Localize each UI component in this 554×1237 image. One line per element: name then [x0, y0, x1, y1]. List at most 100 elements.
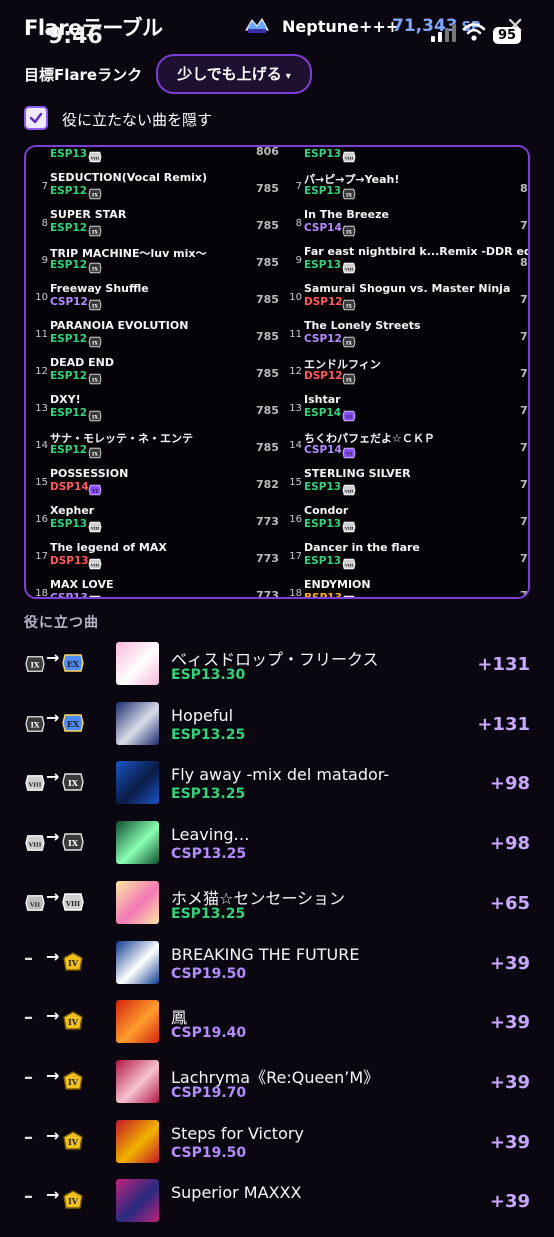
table-row[interactable]: 14 サナ・モレッテ・ネ・エンテ ESP12 IX 785: [26, 424, 279, 461]
table-row[interactable]: ESP13 VIII: [280, 147, 528, 165]
song-jacket-image[interactable]: [116, 761, 159, 805]
svg-text:VII: VII: [29, 902, 40, 908]
table-row[interactable]: 17 The legend of MAX DSP13 VIII 773: [26, 535, 279, 572]
row-difficulty: CSP12: [304, 333, 342, 345]
flare-rank-icon: IX: [88, 222, 102, 237]
to-rank-icon: IV: [62, 951, 84, 972]
target-rank-dropdown[interactable]: 少しでも上げる ▾: [156, 54, 312, 94]
svg-text:VIII: VIII: [344, 155, 354, 160]
row-difficulty: ESP12: [50, 185, 88, 197]
from-rank-none: –: [24, 1066, 33, 1088]
table-row[interactable]: 7 パ→ピ→プ→Yeah! ESP13 IX 8: [280, 165, 528, 202]
song-jacket-image[interactable]: [116, 1059, 159, 1103]
useful-song-row[interactable]: – → IV BREAKING THE FUTURE CSP19.50 +39: [0, 940, 554, 999]
row-rank: 10: [289, 292, 302, 303]
flare-rank-icon: IX: [342, 370, 356, 385]
flare-rank-icon: VIII: [88, 555, 102, 570]
arrow-right-icon: →: [46, 886, 60, 906]
song-jacket-image[interactable]: [116, 701, 159, 745]
to-rank-icon: EX: [62, 713, 84, 733]
table-row[interactable]: 14 ちくわパフェだよ☆ＣＫＰ CSP14 VI 7: [280, 424, 528, 461]
flare-table[interactable]: ESP13 VIII 806 7 SEDUCTION(Vocal Remix) ESP12…: [24, 145, 530, 599]
song-jacket-image[interactable]: [116, 642, 159, 685]
useful-song-row[interactable]: – → IV 鳳 CSP19.40 +39: [0, 999, 554, 1058]
row-rank: 13: [35, 403, 48, 414]
useful-song-row[interactable]: VII → VIII ホメ猫☆センセーション ESP13.25 +65: [0, 880, 554, 939]
svg-text:IX: IX: [92, 340, 98, 346]
svg-text:VIII: VIII: [90, 562, 100, 567]
song-jacket-image[interactable]: [116, 880, 159, 924]
row-flare-score: 785: [256, 256, 279, 269]
flare-rank-icon: IX: [342, 333, 356, 348]
table-row[interactable]: 13 DXY! ESP12 IX 785: [26, 387, 279, 424]
song-jacket-image[interactable]: [116, 1179, 159, 1223]
table-row[interactable]: 9 TRIP MACHINE～luv mix～ ESP12 IX 785: [26, 239, 279, 276]
song-jacket-image[interactable]: [116, 1000, 159, 1044]
svg-text:VIII: VIII: [28, 783, 42, 789]
row-flare-score: 773: [256, 552, 279, 565]
song-jacket-image[interactable]: [116, 940, 159, 984]
row-rank: 16: [289, 514, 302, 525]
flare-rank-icon: VIII: [88, 148, 102, 163]
table-row[interactable]: 10 Freeway Shuffle CSP12 IX 785: [26, 276, 279, 313]
table-row[interactable]: 17 Dancer in the flare ESP13 VIII 7: [280, 535, 528, 572]
row-song-name: MAX LOVE: [50, 578, 114, 591]
row-flare-score: 785: [256, 441, 279, 454]
useful-song-row[interactable]: – → IV Superior MAXXX +39: [0, 1178, 554, 1237]
svg-text:IX: IX: [92, 303, 98, 309]
table-row[interactable]: 11 PARANOIA EVOLUTION ESP12 IX 785: [26, 313, 279, 350]
song-level: ESP13.25: [171, 786, 246, 803]
from-rank-none: –: [24, 1007, 33, 1029]
table-row[interactable]: 9Far east nightbird k...Remix -DDR edit …: [280, 239, 528, 276]
table-row[interactable]: 8 SUPER STAR ESP12 IX 785: [26, 202, 279, 239]
table-row[interactable]: 10 Samurai Shogun vs. Master Ninja DSP12 IX…: [280, 276, 528, 313]
table-row[interactable]: ESP13 VIII 806: [26, 147, 279, 165]
table-row[interactable]: 7 SEDUCTION(Vocal Remix) ESP12 IX 785: [26, 165, 279, 202]
table-row[interactable]: 12 エンドルフィン DSP12 IX 7: [280, 350, 528, 387]
row-difficulty: ESP12: [50, 370, 88, 382]
target-rank-value: 少しでも上げる: [177, 65, 282, 83]
svg-text:VI: VI: [91, 488, 99, 494]
table-row[interactable]: 8 In The Breeze CSP14 IX 7: [280, 202, 528, 239]
row-difficulty: ESP14: [304, 407, 342, 419]
row-difficulty: CSP13: [50, 592, 88, 599]
hide-useless-checkbox[interactable]: [24, 106, 48, 130]
row-flare-score: 8: [520, 256, 528, 269]
useful-song-row[interactable]: IX → EX Hopeful ESP13.25 +131: [0, 701, 554, 760]
table-row[interactable]: 15 STERLING SILVER ESP13 VIII 7: [280, 461, 528, 498]
useful-song-row[interactable]: VIII → IX Fly away -mix del matador- ESP13.2…: [0, 760, 554, 819]
row-difficulty: CSP14: [304, 444, 342, 456]
flare-rank-icon: VIII: [342, 592, 356, 597]
song-jacket-image[interactable]: [116, 821, 159, 865]
useful-song-row[interactable]: VIII → IX Leaving… CSP13.25 +98: [0, 820, 554, 879]
song-jacket-image[interactable]: [116, 1119, 159, 1163]
useful-song-row[interactable]: – → IV Lachryma《Re:Queen’M》 CSP19.70 +39: [0, 1059, 554, 1118]
svg-text:IX: IX: [92, 266, 98, 272]
table-row[interactable]: 11 The Lonely Streets CSP12 IX 7: [280, 313, 528, 350]
battery-indicator: 95: [493, 27, 521, 44]
to-rank-icon: IV: [62, 1011, 84, 1031]
row-rank: 8: [295, 218, 302, 229]
row-flare-score: 7: [520, 330, 528, 343]
arrow-right-icon: →: [46, 1185, 60, 1205]
song-level: CSP19.40: [171, 1025, 247, 1042]
useful-song-row[interactable]: – → IV Steps for Victory CSP19.50 +39: [0, 1119, 554, 1178]
row-rank: 14: [289, 440, 302, 451]
row-song-name: STERLING SILVER: [304, 467, 411, 480]
table-row[interactable]: 12 DEAD END ESP12 IX 785: [26, 350, 279, 387]
row-flare-score: 7: [520, 367, 528, 380]
row-rank: 17: [289, 551, 302, 562]
table-row[interactable]: 18MAX LOVECSP13VIII 773: [26, 572, 279, 599]
flare-gain: +98: [489, 833, 530, 855]
table-row[interactable]: 15 POSSESSION DSP14 VI 782: [26, 461, 279, 498]
song-level: CSP19.50: [171, 1144, 247, 1161]
useful-song-row[interactable]: IX → EX ベィスドロップ・フリークス ESP13.30 +131: [0, 641, 554, 700]
status-time: 9:46: [48, 24, 103, 49]
arrow-right-icon: →: [46, 946, 60, 966]
table-row[interactable]: 16 Xepher ESP13 VIII 773: [26, 498, 279, 535]
row-flare-score: 7: [520, 293, 528, 306]
row-flare-score: 785: [256, 367, 279, 380]
table-row[interactable]: 18ENDYMIONBSP13VIII 7: [280, 572, 528, 597]
table-row[interactable]: 13 Ishtar ESP14 VI 7: [280, 387, 528, 424]
table-row[interactable]: 16 Condor ESP13 VIII 7: [280, 498, 528, 535]
